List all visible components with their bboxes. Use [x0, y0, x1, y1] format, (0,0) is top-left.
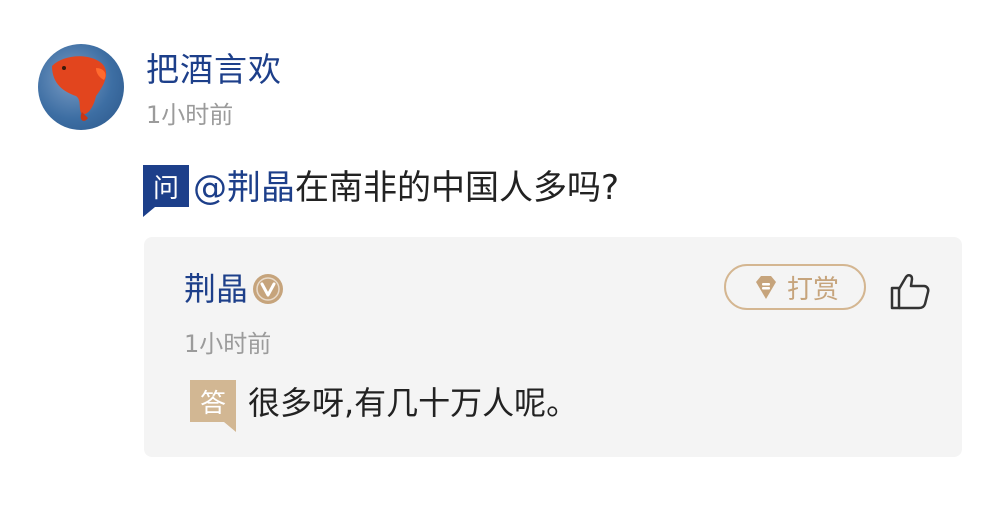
- question-row: 问 @荆晶 在南非的中国人多吗?: [143, 163, 620, 217]
- diamond-reward-icon: [755, 276, 776, 299]
- answer-row: 答 很多呀,有几十万人呢。: [190, 380, 579, 432]
- question-badge: 问: [143, 165, 189, 217]
- mention-link[interactable]: @荆晶: [193, 166, 295, 210]
- answerer-name[interactable]: 荆晶: [184, 267, 248, 311]
- user-name[interactable]: 把酒言欢: [146, 50, 282, 90]
- question-text: 在南非的中国人多吗?: [295, 168, 620, 208]
- verified-v-badge-icon: [253, 274, 284, 304]
- thumbs-up-icon[interactable]: [888, 269, 932, 313]
- user-avatar[interactable]: [38, 44, 124, 130]
- red-fish-avatar-icon: [52, 56, 107, 121]
- answer-badge: 答: [190, 380, 236, 432]
- comment-thread: 把酒言欢 1小时前 问 @荆晶 在南非的中国人多吗? 荆晶 打赏 1小时前 答 …: [0, 0, 1000, 507]
- answer-timestamp: 1小时前: [184, 330, 272, 358]
- answerer-header: 荆晶: [184, 267, 284, 311]
- answer-card: 荆晶 打赏 1小时前 答 很多呀,有几十万人呢。: [144, 237, 962, 457]
- comment-timestamp: 1小时前: [146, 101, 234, 129]
- reward-button[interactable]: 打赏: [724, 264, 866, 310]
- reward-label: 打赏: [786, 274, 839, 305]
- answer-text: 很多呀,有几十万人呢。: [248, 384, 579, 422]
